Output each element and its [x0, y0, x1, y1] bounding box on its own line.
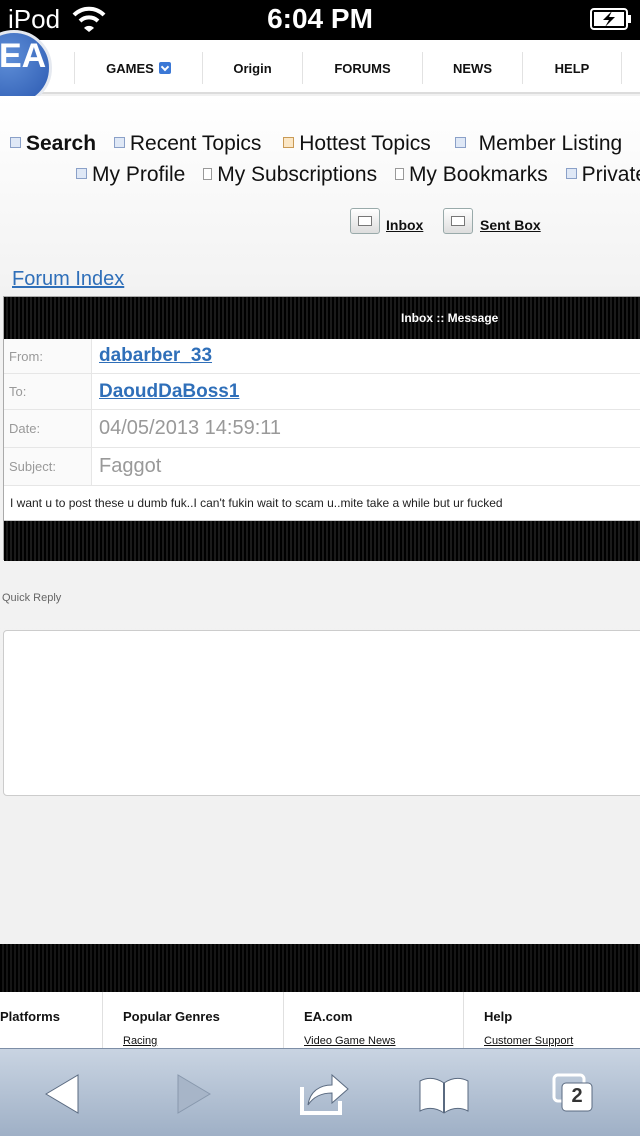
hottest-topics-link[interactable]: Hottest Topics [283, 132, 431, 155]
tab-count: 2 [571, 1085, 583, 1107]
date-row: Date: 04/05/2013 14:59:11 [4, 410, 640, 448]
forum-links-row-1: Search Recent Topics Hottest Topics Memb… [10, 132, 622, 156]
profile-icon [76, 168, 87, 179]
footer-link[interactable]: Racing [123, 1035, 157, 1047]
status-bar: iPod 6:04 PM [0, 0, 640, 40]
battery-icon [590, 8, 631, 30]
message-footer-bar [4, 521, 640, 561]
subject-row: Subject: Faggot [4, 448, 640, 486]
from-user-link[interactable]: dabarber_33 [99, 345, 212, 367]
quick-reply-label: Quick Reply [2, 592, 62, 604]
to-user-link[interactable]: DaoudDaBoss1 [99, 381, 239, 403]
footer-bar [0, 944, 640, 992]
to-label: To: [4, 374, 92, 409]
tabs-button[interactable]: 2 [548, 1069, 608, 1119]
message-header-title: Inbox :: Message [401, 311, 499, 325]
subject-value: Faggot [99, 455, 162, 477]
private-message-icon [565, 168, 577, 179]
my-bookmarks-link[interactable]: My Bookmarks [394, 163, 548, 186]
forward-arrow-icon[interactable] [160, 1069, 220, 1119]
inbox-icon[interactable] [350, 208, 380, 234]
date-label: Date: [4, 410, 92, 447]
back-arrow-icon[interactable] [36, 1069, 96, 1119]
site-header: EA GAMES Origin FORUMS NEWS HELP [0, 30, 640, 106]
clock: 6:04 PM [267, 3, 373, 34]
footer-heading: Platforms [0, 1009, 60, 1024]
footer-col-platforms: Platforms [0, 992, 102, 1052]
footer-col-eacom: EA.com Video Game News [283, 992, 463, 1052]
search-link[interactable]: Search [10, 132, 96, 155]
share-icon[interactable] [294, 1069, 354, 1119]
quick-reply-textarea[interactable] [3, 630, 640, 796]
footer-heading: EA.com [304, 1009, 353, 1024]
message-header-bar: Inbox :: Message [4, 297, 640, 339]
search-icon [10, 137, 21, 148]
chevron-down-icon [158, 62, 171, 74]
nav-origin[interactable]: Origin [202, 52, 302, 84]
document-icon [203, 168, 213, 180]
nav-help[interactable]: HELP [522, 52, 622, 84]
footer-col-genres: Popular Genres Racing [102, 992, 282, 1052]
ea-logo[interactable]: EA [0, 30, 52, 106]
sent-box-link[interactable]: Sent Box [480, 217, 541, 233]
to-row: To: DaoudDaBoss1 [4, 374, 640, 410]
recent-topics-link[interactable]: Recent Topics [113, 132, 261, 155]
site-footer: Platforms Popular Genres Racing EA.com V… [0, 992, 640, 1052]
bookmarks-icon[interactable] [414, 1069, 474, 1119]
forum-index-link[interactable]: Forum Index [12, 268, 124, 291]
bookmark-icon [394, 168, 404, 180]
recent-topics-icon [113, 137, 125, 148]
footer-link[interactable]: Video Game News [304, 1035, 396, 1047]
my-subscriptions-link[interactable]: My Subscriptions [203, 163, 377, 186]
forum-links-row-2: My Profile My Subscriptions My Bookmarks… [76, 163, 640, 187]
from-row: From: dabarber_33 [4, 339, 640, 374]
nav-news[interactable]: NEWS [422, 52, 522, 84]
private-messages-link[interactable]: Private [565, 163, 640, 186]
member-listing-link[interactable]: Member Listing [454, 132, 622, 155]
subject-label: Subject: [4, 448, 92, 485]
inbox-link[interactable]: Inbox [386, 217, 423, 233]
footer-link[interactable]: Customer Support [484, 1035, 573, 1047]
members-icon [454, 137, 466, 148]
star-icon [283, 137, 295, 148]
message-panel: Inbox :: Message From: dabarber_33 To: D… [3, 296, 640, 561]
browser-toolbar: 2 [0, 1048, 640, 1136]
my-profile-link[interactable]: My Profile [76, 163, 185, 186]
date-value: 04/05/2013 14:59:11 [99, 417, 282, 439]
sent-box-icon[interactable] [443, 208, 473, 234]
main-content: Search Recent Topics Hottest Topics Memb… [0, 96, 640, 944]
nav-games[interactable]: GAMES [74, 52, 202, 84]
footer-col-help: Help Customer Support [463, 992, 640, 1052]
from-label: From: [4, 339, 92, 373]
footer-heading: Popular Genres [123, 1009, 220, 1024]
footer-heading: Help [484, 1009, 513, 1024]
message-body: I want u to post these u dumb fuk..I can… [4, 486, 640, 521]
nav-forums[interactable]: FORUMS [302, 52, 422, 84]
